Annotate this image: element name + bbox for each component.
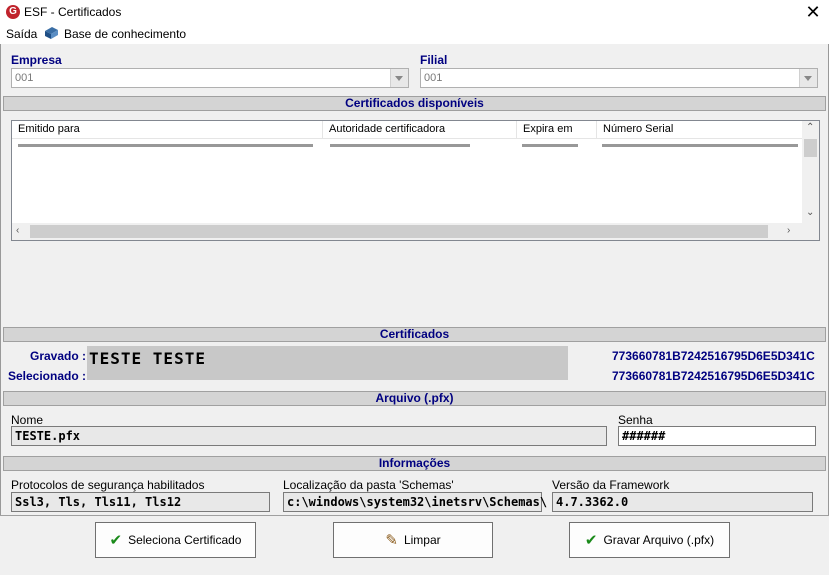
check-icon: ✔ [584, 531, 598, 549]
column-emitido-para[interactable]: Emitido para [12, 121, 323, 138]
gravar-arquivo-button[interactable]: ✔ Gravar Arquivo (.pfx) [569, 522, 730, 558]
section-certificados: Certificados [3, 327, 826, 342]
section-informacoes: Informações [3, 456, 826, 471]
selecionado-serial: 773660781B7242516795D6E5D341C [612, 369, 815, 383]
list-header: Emitido para Autoridade certificadora Ex… [12, 121, 803, 139]
list-row-cutoff-text [18, 144, 798, 147]
section-arquivo: Arquivo (.pfx) [3, 391, 826, 406]
column-numero-serial[interactable]: Número Serial [597, 121, 803, 138]
protocolos-field[interactable]: Ssl3, Tls, Tls11, Tls12 [11, 492, 270, 512]
localizacao-label: Localização da pasta 'Schemas' [283, 478, 454, 492]
column-expira-em[interactable]: Expira em [517, 121, 597, 138]
localizacao-field[interactable]: c:\windows\system32\inetsrv\Schemas\ [283, 492, 547, 512]
nome-label: Nome [11, 413, 44, 427]
window-title: ESF - Certificados [24, 5, 122, 19]
empresa-select[interactable]: 001 [11, 68, 409, 88]
seleciona-certificado-button[interactable]: ✔ Seleciona Certificado [95, 522, 256, 558]
list-item[interactable] [16, 141, 801, 152]
gravado-serial: 773660781B7242516795D6E5D341C [612, 349, 815, 363]
chevron-down-icon[interactable] [799, 69, 817, 87]
chevron-right-icon[interactable]: › [787, 225, 790, 236]
horizontal-scrollbar[interactable]: ‹ › [12, 223, 819, 240]
limpar-button[interactable]: ✎ Limpar [333, 522, 493, 558]
title-bar: G ESF - Certificados ✕ [0, 0, 829, 24]
vertical-scrollbar[interactable]: ⌃ ⌄ [802, 121, 819, 224]
menu-item-base-conhecimento[interactable]: Base de conhecimento [64, 27, 186, 41]
versao-field[interactable]: 4.7.3362.0 [552, 492, 813, 512]
section-certificados-disponiveis: Certificados disponíveis [3, 96, 826, 111]
senha-label: Senha [618, 413, 653, 427]
close-button[interactable]: ✕ [800, 1, 826, 23]
seleciona-label: Seleciona Certificado [128, 533, 242, 547]
chevron-left-icon[interactable]: ‹ [16, 225, 19, 236]
app-logo-icon: G [6, 5, 20, 19]
selecionado-label: Selecionado : [7, 369, 86, 383]
scroll-thumb[interactable] [30, 225, 768, 238]
scroll-thumb[interactable] [804, 139, 817, 157]
certificate-list[interactable]: Emitido para Autoridade certificadora Ex… [11, 120, 820, 241]
chevron-down-icon[interactable]: ⌄ [806, 207, 814, 218]
broom-icon: ✎ [385, 531, 398, 549]
book-icon [45, 27, 58, 39]
filial-value: 001 [424, 72, 443, 84]
limpar-label: Limpar [403, 533, 441, 547]
filial-label: Filial [420, 53, 448, 67]
certificate-name: TESTE TESTE [89, 349, 206, 368]
senha-field[interactable]: ###### [618, 426, 816, 446]
column-autoridade[interactable]: Autoridade certificadora [323, 121, 517, 138]
empresa-value: 001 [15, 72, 34, 84]
menu-bar: Saída Base de conhecimento [0, 24, 829, 44]
protocolos-label: Protocolos de segurança habilitados [11, 478, 205, 492]
chevron-up-icon[interactable]: ⌃ [806, 122, 814, 133]
filial-select[interactable]: 001 [420, 68, 818, 88]
menu-item-saida[interactable]: Saída [6, 27, 37, 41]
gravado-label: Gravado : [29, 349, 86, 363]
chevron-down-icon[interactable] [390, 69, 408, 87]
empresa-label: Empresa [11, 53, 62, 67]
check-icon: ✔ [109, 531, 123, 549]
nome-field[interactable]: TESTE.pfx [11, 426, 607, 446]
versao-label: Versão da Framework [552, 478, 670, 492]
gravar-label: Gravar Arquivo (.pfx) [603, 533, 715, 547]
